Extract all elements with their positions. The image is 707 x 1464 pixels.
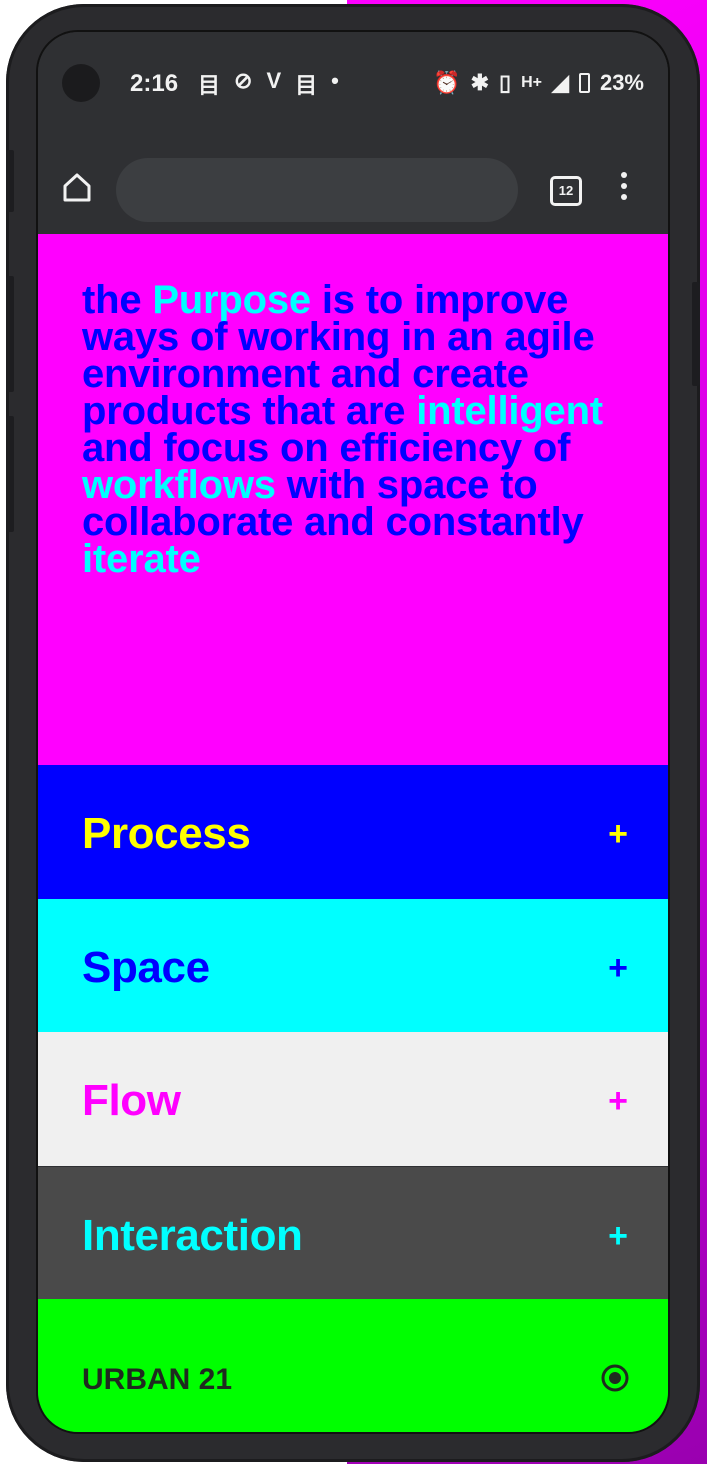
vivaldi-icon: V [266, 68, 282, 93]
notification-icon: 目 [198, 73, 221, 98]
purpose-highlight: iterate [82, 537, 201, 581]
expand-plus-icon[interactable]: + [608, 1084, 628, 1118]
more-notifications-dot-icon: • [331, 68, 339, 93]
phone-side-button [6, 276, 14, 392]
battery-icon [578, 73, 590, 93]
purpose-hero: the Purpose is to improve ways of workin… [38, 234, 668, 765]
alarm-icon: ⏰ [433, 70, 461, 95]
section-label: Flow [82, 1076, 181, 1125]
footer-brand: URBAN 21 [82, 1363, 233, 1396]
radio-target-icon[interactable] [600, 1363, 630, 1393]
signal-icon: ◢ [552, 70, 569, 95]
front-camera [62, 64, 100, 102]
notification-icons: 目 ⊘ V 目 • [198, 68, 339, 100]
browser-toolbar: 12 [38, 128, 668, 234]
system-icons: ⏰ ✱ ▯ H+ ◢ 23% [433, 70, 644, 96]
section-label: Process [82, 809, 251, 858]
vibrate-icon: ▯ [499, 70, 512, 95]
section-flow[interactable]: Flow + [38, 1032, 668, 1166]
bluetooth-icon: ✱ [470, 70, 490, 95]
phone-power-button [692, 282, 700, 386]
phone-side-button [6, 416, 14, 532]
section-process[interactable]: Process + [38, 765, 668, 899]
battery-percentage: 23% [599, 70, 644, 95]
footer: URBAN 21 [38, 1299, 668, 1432]
expand-plus-icon[interactable]: + [608, 1219, 628, 1253]
network-type-icon: H+ [521, 74, 543, 91]
expand-plus-icon[interactable]: + [608, 951, 628, 985]
section-interaction[interactable]: Interaction + [38, 1167, 668, 1301]
purpose-statement: the Purpose is to improve ways of workin… [82, 280, 642, 581]
status-bar: 2:16 目 ⊘ V 目 • ⏰ ✱ ▯ H+ ◢ 23% [38, 32, 668, 128]
pinterest-icon: ⊘ [234, 68, 253, 93]
section-label: Interaction [82, 1211, 303, 1260]
section-space[interactable]: Space + [38, 899, 668, 1033]
expand-plus-icon[interactable]: + [608, 817, 628, 851]
more-menu-icon[interactable] [618, 172, 630, 206]
section-label: Space [82, 943, 210, 992]
address-bar[interactable] [116, 158, 518, 222]
page-content: the Purpose is to improve ways of workin… [38, 234, 668, 1432]
notification-icon: 目 [295, 73, 318, 98]
home-icon[interactable] [60, 170, 94, 204]
tab-switcher-button[interactable]: 12 [550, 176, 582, 206]
status-time: 2:16 [130, 70, 179, 97]
phone-side-button [6, 150, 14, 212]
phone-screen: 2:16 目 ⊘ V 目 • ⏰ ✱ ▯ H+ ◢ 23% 12 the Pur… [38, 32, 668, 1432]
